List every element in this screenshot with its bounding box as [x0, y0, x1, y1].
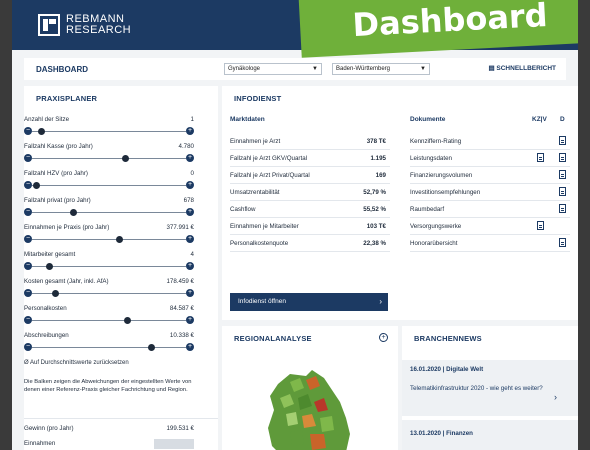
news-headline-link[interactable]: Telematikinfrastruktur 2020 - wie geht e… — [410, 385, 550, 394]
marktdaten-heading: Marktdaten — [230, 116, 265, 123]
col-kzv: KZ|V — [532, 116, 547, 123]
col-d: D — [560, 116, 565, 123]
zoom-in-icon[interactable]: + — [379, 333, 388, 342]
document-icon[interactable] — [559, 238, 566, 247]
minus-icon: − — [24, 316, 32, 324]
document-icon[interactable] — [559, 153, 566, 162]
marktdaten-row: Cashflow 55,52 % — [230, 201, 390, 218]
plus-icon: + — [186, 181, 194, 189]
news-date: 13.01.2020 | Finanzen — [410, 430, 473, 437]
marktdaten-row: Einnahmen je Mitarbeiter 103 T€ — [230, 218, 390, 235]
slider-abschreibungen[interactable]: − + — [24, 343, 194, 351]
chevron-down-icon: ▼ — [420, 66, 426, 72]
document-icon[interactable] — [559, 187, 566, 196]
schnellbericht-link[interactable]: ▤ SCHNELLBERICHT — [488, 64, 556, 72]
document-icon[interactable] — [559, 136, 566, 145]
plus-icon: + — [186, 127, 194, 135]
minus-icon: − — [24, 127, 32, 135]
brand-line2: RESEARCH — [66, 24, 132, 36]
slider-knob — [122, 154, 129, 162]
einnahmen-bar — [154, 439, 194, 449]
slider-knob — [116, 235, 123, 243]
document-icon[interactable] — [559, 170, 566, 179]
minus-icon: − — [24, 181, 32, 189]
slider-knob — [33, 181, 40, 189]
slider-knob — [46, 262, 53, 270]
document-icon[interactable] — [559, 204, 566, 213]
slider-sitze[interactable]: − + — [24, 127, 194, 135]
slider-fallzahl-privat[interactable]: − + — [24, 208, 194, 216]
minus-icon: − — [24, 289, 32, 297]
divider — [24, 418, 218, 419]
region-map[interactable] — [250, 362, 370, 450]
regionalanalyse-title: REGIONALANALYSE — [234, 334, 312, 343]
document-icon[interactable] — [537, 221, 544, 230]
slider-kosten[interactable]: − + — [24, 289, 194, 297]
plus-icon: + — [186, 154, 194, 162]
chevron-down-icon: ▼ — [312, 66, 318, 72]
app-screen: REBMANN RESEARCH DASHBOARD Gynäkologe ▼ … — [12, 0, 578, 450]
document-icon[interactable] — [537, 153, 544, 162]
plus-icon: + — [186, 208, 194, 216]
brand-logo[interactable]: REBMANN RESEARCH — [38, 14, 131, 36]
marktdaten-row: Fallzahl je Arzt Privat/Quartal 169 — [230, 167, 390, 184]
minus-icon: − — [24, 154, 32, 162]
slider-fallzahl-hzv[interactable]: − + — [24, 181, 194, 189]
marktdaten-row: Fallzahl je Arzt GKV/Quartal 1.195 — [230, 150, 390, 167]
minus-icon: − — [24, 343, 32, 351]
minus-icon: − — [24, 235, 32, 243]
slider-knob — [38, 127, 45, 135]
news-date: 16.01.2020 | Digitale Welt — [410, 366, 484, 373]
dashboard-header: DASHBOARD Gynäkologe ▼ Baden-Württemberg… — [24, 58, 566, 80]
plus-icon: + — [186, 235, 194, 243]
minus-icon: − — [24, 208, 32, 216]
marktdaten-row: Einnahmen je Arzt 378 T€ — [230, 133, 390, 150]
slider-fallzahl-kasse[interactable]: − + — [24, 154, 194, 162]
slider-knob — [148, 343, 155, 351]
dokument-row[interactable]: Kennziffern-Rating — [410, 133, 570, 150]
chevron-right-icon: › — [379, 297, 382, 306]
dokument-row[interactable]: Leistungsdaten — [410, 150, 570, 167]
slider-mitarbeiter[interactable]: − + — [24, 262, 194, 270]
logo-icon — [38, 14, 60, 36]
dokument-row[interactable]: Honorarübersicht — [410, 235, 570, 252]
minus-icon: − — [24, 262, 32, 270]
dokument-row[interactable]: Investitionsempfehlungen — [410, 184, 570, 201]
dokument-row[interactable]: Raumbedarf — [410, 201, 570, 218]
specialty-select[interactable]: Gynäkologe ▼ — [224, 63, 322, 75]
praxisplaner-title: PRAXISPLANER — [36, 94, 98, 103]
dokumente-heading: Dokumente — [410, 116, 446, 123]
slider-knob — [70, 208, 77, 216]
dokument-row[interactable]: Finanzierungsvolumen — [410, 167, 570, 184]
slider-personalkosten[interactable]: − + — [24, 316, 194, 324]
chevron-right-icon[interactable]: › — [554, 392, 557, 402]
slider-knob — [52, 289, 59, 297]
plus-icon: + — [186, 316, 194, 324]
slider-knob — [124, 316, 131, 324]
dokument-row[interactable]: Versorgungswerke — [410, 218, 570, 235]
marktdaten-row: Umsatzrentabilität 52,79 % — [230, 184, 390, 201]
plus-icon: + — [186, 262, 194, 270]
infodienst-title: INFODIENST — [234, 94, 282, 103]
region-select[interactable]: Baden-Württemberg ▼ — [332, 63, 430, 75]
branchennews-title: BRANCHENNEWS — [414, 334, 482, 343]
page-title: DASHBOARD — [36, 64, 88, 74]
praxisplaner-note: Die Balken zeigen die Abweichungen der e… — [24, 379, 192, 393]
slider-einnahmen[interactable]: − + — [24, 235, 194, 243]
plus-icon: + — [186, 343, 194, 351]
plus-icon: + — [186, 289, 194, 297]
marktdaten-row: Personalkostenquote 22,38 % — [230, 235, 390, 252]
infodienst-open-button[interactable]: Infodienst öffnen › — [230, 293, 388, 311]
